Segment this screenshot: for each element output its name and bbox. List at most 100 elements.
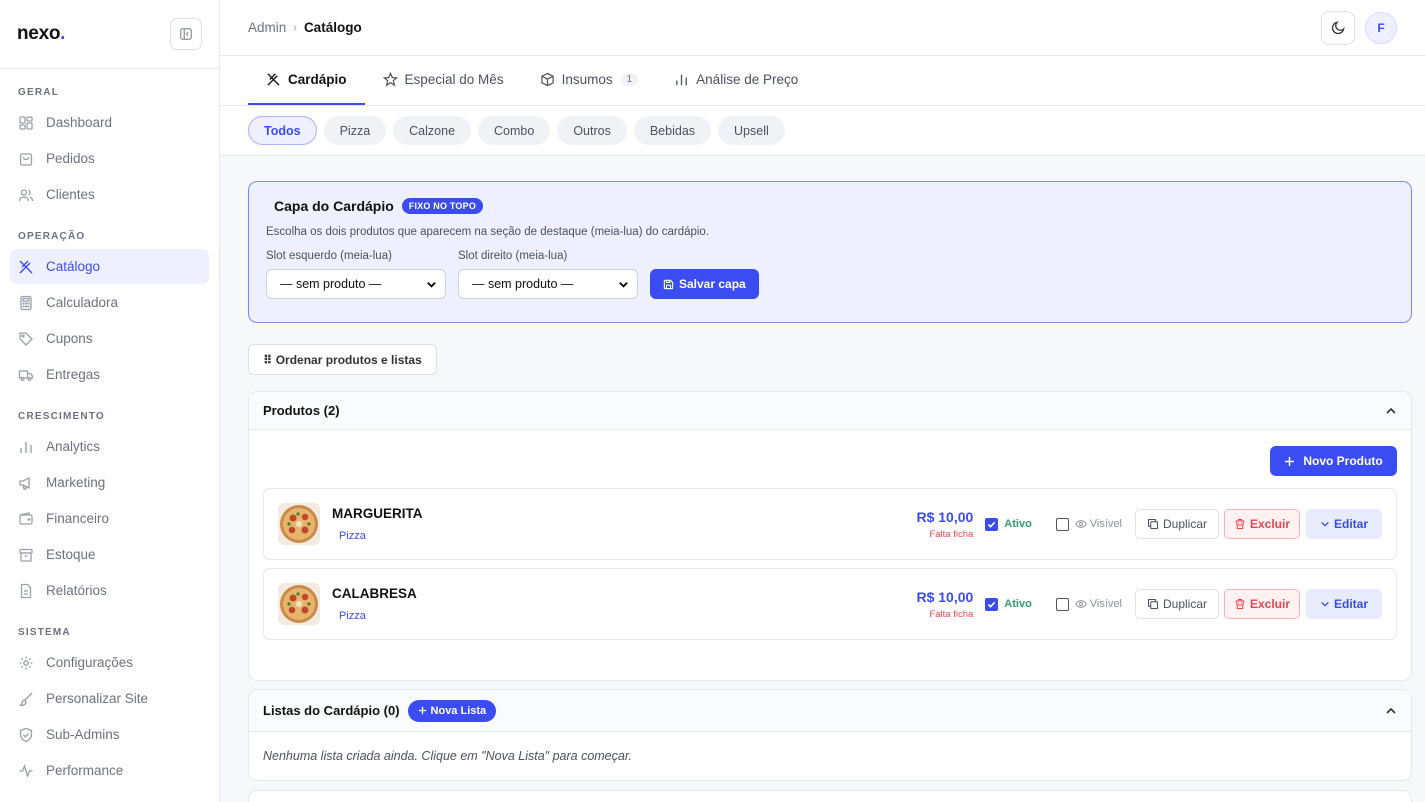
new-list-label: Nova Lista (430, 704, 487, 717)
reorder-button[interactable]: ⠿ Ordenar produtos e listas (248, 344, 437, 375)
star-icon (382, 72, 398, 87)
sidebar-item-calculadora[interactable]: Calculadora (10, 285, 209, 320)
sidebar-item-estoque[interactable]: Estoque (10, 537, 209, 572)
delete-button[interactable]: Excluir (1224, 509, 1300, 539)
megaphone-icon (19, 476, 30, 490)
left-slot-select[interactable]: — sem produto — (266, 269, 446, 299)
truck-icon (18, 369, 34, 381)
right-slot: Slot direito (meia-lua) — sem produto — (458, 250, 638, 299)
duplicate-button[interactable]: Duplicar (1135, 509, 1219, 539)
menu-lists-panel: Listas do Cardápio (0) Nova Lista Nenhum… (248, 689, 1412, 781)
sidebar-item-cupons[interactable]: Cupons (10, 321, 209, 356)
menu-cover-card: Capa do Cardápio FIXO NO TOPO Escolha os… (248, 181, 1412, 323)
breadcrumb-root[interactable]: Admin (248, 20, 286, 35)
sidebar-item-performance[interactable]: Performance (10, 753, 209, 788)
filter-chip-pizza[interactable]: Pizza (323, 116, 387, 145)
sidebar-item-relatorios[interactable]: Relatórios (10, 573, 209, 608)
new-list-button[interactable]: Nova Lista (407, 699, 497, 722)
tab-cardapio[interactable]: Cardápio (248, 56, 365, 105)
delete-button[interactable]: Excluir (1224, 589, 1300, 619)
edit-button[interactable]: Editar (1306, 589, 1382, 619)
sidebar-item-clientes[interactable]: Clientes (10, 177, 209, 212)
right-slot-label: Slot direito (meia-lua) (458, 250, 568, 262)
active-checkbox[interactable]: Ativo (985, 517, 1056, 531)
right-slot-select[interactable]: — sem produto — (458, 269, 638, 299)
product-thumbnail (278, 583, 320, 625)
sidebar-item-label: Catálogo (46, 259, 101, 274)
sidebar-item-pedidos[interactable]: Pedidos (10, 141, 209, 176)
sidebar-section-operacao: OPERAÇÃO Catálogo Calculadora Cupons Ent… (0, 213, 219, 392)
section-title: GERAL (18, 87, 59, 98)
save-cover-button[interactable]: Salvar capa (650, 269, 759, 299)
product-name: MARGUERITA (332, 506, 423, 521)
product-warning: Falta ficha (929, 608, 974, 620)
box-icon (540, 72, 554, 87)
filter-chip-outros[interactable]: Outros (557, 116, 627, 145)
sidebar-item-entregas[interactable]: Entregas (10, 357, 209, 392)
sidebar-item-personalizar-site[interactable]: Personalizar Site (10, 681, 209, 716)
sidebar-item-label: Pedidos (46, 151, 95, 166)
cover-title-row: Capa do Cardápio FIXO NO TOPO (266, 198, 1394, 214)
tab-especial-do-mes[interactable]: Especial do Mês (365, 56, 522, 105)
visible-checkbox[interactable]: Visível (1055, 517, 1135, 531)
sidebar-item-financeiro[interactable]: Financeiro (10, 501, 209, 536)
save-icon (663, 279, 674, 289)
duplicate-button[interactable]: Duplicar (1135, 589, 1219, 619)
new-product-label: Novo Produto (1303, 454, 1383, 468)
sidebar-item-marketing[interactable]: Marketing (10, 465, 209, 500)
visible-label: Visível (1089, 518, 1122, 530)
check-icon (985, 597, 999, 611)
collapse-sidebar-button[interactable] (170, 18, 202, 50)
active-checkbox[interactable]: Ativo (985, 597, 1056, 611)
chevron-up-icon (1386, 407, 1396, 414)
edit-button[interactable]: Editar (1306, 509, 1382, 539)
sidebar-item-label: Dashboard (46, 115, 113, 130)
filter-chip-calzone[interactable]: Calzone (393, 116, 472, 145)
logo[interactable]: nexo. (17, 23, 65, 45)
visible-checkbox[interactable]: Visível (1055, 597, 1135, 611)
utensils-icon (267, 73, 280, 86)
sidebar-item-analytics[interactable]: Analytics (10, 429, 209, 464)
pizza-image-icon (280, 505, 318, 543)
sidebar-item-sub-admins[interactable]: Sub-Admins (10, 717, 209, 752)
product-row: MARGUERITA Pizza R$ 10,00 Falta ficha At… (263, 488, 1397, 560)
main-content: Capa do Cardápio FIXO NO TOPO Escolha os… (248, 156, 1412, 802)
filter-chip-combo[interactable]: Combo (478, 116, 551, 145)
menu-lists-header[interactable]: Listas do Cardápio (0) Nova Lista (249, 690, 1411, 732)
left-slot-value: — sem produto — (280, 277, 382, 291)
copy-icon (1147, 598, 1159, 610)
trash-icon (1235, 518, 1245, 530)
product-warning: Falta ficha (929, 528, 974, 540)
products-panel-header[interactable]: Produtos (2) (249, 392, 1411, 430)
tab-label: Especial do Mês (404, 72, 504, 87)
new-product-button[interactable]: Novo Produto (1270, 446, 1397, 476)
product-category: Pizza (339, 610, 366, 622)
left-slot-label: Slot esquerdo (meia-lua) (266, 250, 392, 262)
visible-label: Visível (1089, 598, 1122, 610)
sidebar-item-label: Financeiro (46, 511, 110, 526)
tab-analise-de-preco[interactable]: Análise de Preço (656, 56, 816, 105)
product-thumbnail (278, 503, 320, 545)
breadcrumb-current: Catálogo (303, 20, 362, 35)
save-cover-label: Salvar capa (679, 277, 746, 291)
sidebar-item-label: Sub-Admins (46, 727, 120, 742)
active-label: Ativo (1004, 598, 1032, 610)
tab-count-badge: 1 (620, 73, 639, 86)
duplicate-label: Duplicar (1162, 597, 1207, 611)
filter-chip-upsell[interactable]: Upsell (718, 116, 785, 145)
sidebar-item-catalogo[interactable]: Catálogo (10, 249, 209, 284)
sidebar-item-configuracoes[interactable]: Configurações (10, 645, 209, 680)
theme-toggle-button[interactable] (1321, 10, 1355, 45)
filter-chip-todos[interactable]: Todos (248, 116, 317, 145)
tab-insumos[interactable]: Insumos 1 (522, 56, 657, 105)
sidebar-toggle-icon (180, 28, 192, 40)
avatar[interactable]: F (1365, 11, 1397, 44)
sidebar-item-dashboard[interactable]: Dashboard (10, 105, 209, 140)
brand-bar: nexo. (0, 0, 219, 69)
check-icon (985, 517, 999, 531)
archive-icon (19, 548, 33, 562)
chevron-down-icon (1321, 601, 1329, 607)
products-panel: Produtos (2) Novo Produto MARGUERITA Piz… (248, 391, 1412, 681)
top-actions: F (1321, 10, 1397, 45)
filter-chip-bebidas[interactable]: Bebidas (633, 116, 712, 145)
